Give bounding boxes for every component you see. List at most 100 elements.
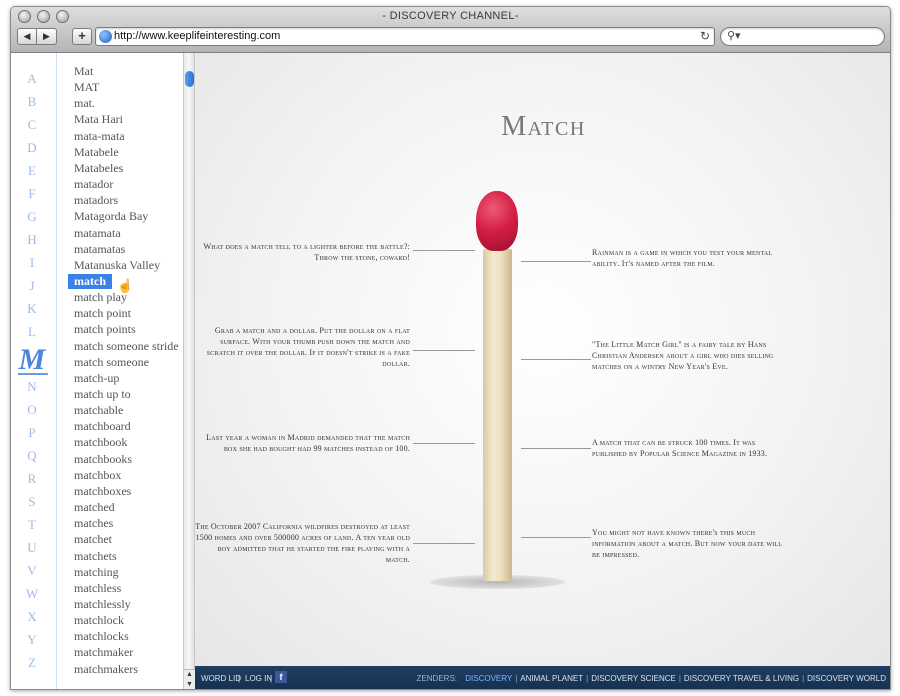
footer-separator: | <box>270 674 273 683</box>
scrollbar-thumb[interactable] <box>185 71 194 87</box>
word-item[interactable]: Mata Hari <box>74 112 123 127</box>
word-item[interactable]: matchbook <box>74 435 127 450</box>
channel-link-animal-planet[interactable]: ANIMAL PLANET <box>520 674 583 683</box>
word-item[interactable]: Matabeles <box>74 161 123 176</box>
word-item[interactable]: match point <box>74 306 131 321</box>
alphabet-letter-h[interactable]: H <box>11 232 53 248</box>
leader-line <box>521 537 591 538</box>
alphabet-letter-v[interactable]: V <box>11 563 53 579</box>
back-button[interactable]: ◀ <box>17 28 37 45</box>
word-item[interactable]: match points <box>74 322 136 337</box>
word-item[interactable]: matador <box>74 177 113 192</box>
alphabet-letter-n[interactable]: N <box>11 379 53 395</box>
word-item[interactable]: Matabele <box>74 145 119 160</box>
channel-link-discovery-science[interactable]: DISCOVERY SCIENCE <box>591 674 676 683</box>
zenders-label: ZENDERS: <box>416 674 457 683</box>
active-letter-underline <box>18 373 48 375</box>
word-list-scrollbar[interactable]: ▲ ▼ <box>183 53 195 689</box>
fact-left-1: What does a match tell to a lighter befo… <box>203 242 410 262</box>
word-item[interactable]: Mat <box>74 64 93 79</box>
log-in-link[interactable]: LOG IN <box>245 674 272 683</box>
alphabet-letter-q[interactable]: Q <box>11 448 53 464</box>
leader-line <box>521 448 591 449</box>
forward-button[interactable]: ▶ <box>36 28 57 45</box>
word-item[interactable]: matching <box>74 565 119 580</box>
alphabet-letter-c[interactable]: C <box>11 117 53 133</box>
word-item[interactable]: matchbooks <box>74 452 132 467</box>
match-head <box>476 191 518 251</box>
channel-link-discovery[interactable]: DISCOVERY <box>465 674 512 683</box>
alphabet-letter-l[interactable]: L <box>11 324 53 340</box>
word-item[interactable]: matchmaker <box>74 645 133 660</box>
word-item[interactable]: Matagorda Bay <box>74 209 148 224</box>
alphabet-letter-t[interactable]: T <box>11 517 53 533</box>
alphabet-letter-s[interactable]: S <box>11 494 53 510</box>
footer-separator: | <box>802 674 805 683</box>
word-item[interactable]: matchlocks <box>74 629 129 644</box>
add-bookmark-button[interactable]: + <box>72 28 92 45</box>
alphabet-letter-a[interactable]: A <box>11 71 53 87</box>
word-item[interactable]: matchmakers <box>74 662 138 677</box>
word-lid-link[interactable]: WORD LID <box>201 674 241 683</box>
facebook-icon[interactable]: f <box>275 671 287 683</box>
word-item[interactable]: matched <box>74 500 115 515</box>
alphabet-letter-e[interactable]: E <box>11 163 53 179</box>
alphabet-letter-m[interactable]: M <box>11 343 53 377</box>
scroll-arrows[interactable]: ▲ ▼ <box>184 669 195 689</box>
alphabet-letter-z[interactable]: Z <box>11 655 53 671</box>
selected-word[interactable]: match <box>68 273 112 289</box>
word-item[interactable]: matchlessly <box>74 597 131 612</box>
footer-separator: | <box>515 674 518 683</box>
word-item[interactable]: matchet <box>74 532 112 547</box>
fact-right-3: A match that can be struck 100 times. It… <box>592 438 768 458</box>
word-item[interactable]: matchable <box>74 403 123 418</box>
word-item[interactable]: match someone stride <box>74 339 179 354</box>
alphabet-letter-i[interactable]: I <box>11 255 53 271</box>
alphabet-letter-r[interactable]: R <box>11 471 53 487</box>
alphabet-letter-w[interactable]: W <box>11 586 53 602</box>
word-item[interactable]: matamatas <box>74 242 125 257</box>
address-bar[interactable]: http://www.keeplifeinteresting.com ↻ <box>95 27 715 46</box>
word-item[interactable]: matchboard <box>74 419 131 434</box>
alphabet-letter-o[interactable]: O <box>11 402 53 418</box>
plus-icon: + <box>78 28 86 43</box>
word-item[interactable]: matchlock <box>74 613 124 628</box>
alphabet-letter-f[interactable]: F <box>11 186 53 202</box>
alphabet-letter-b[interactable]: B <box>11 94 53 110</box>
word-item[interactable]: matchets <box>74 549 117 564</box>
alphabet-letter-y[interactable]: Y <box>11 632 53 648</box>
word-item[interactable]: matchboxes <box>74 484 131 499</box>
word-item[interactable]: Matanuska Valley <box>74 258 160 273</box>
word-item[interactable]: matamata <box>74 226 121 241</box>
word-item[interactable]: match-up <box>74 371 119 386</box>
alphabet-letter-k[interactable]: K <box>11 301 53 317</box>
word-item[interactable]: matches <box>74 516 113 531</box>
word-item[interactable]: mat. <box>74 96 95 111</box>
match-stage: Match What does a match tell to a lighte… <box>195 53 890 666</box>
page-content: ABCDEFGHIJKLMNOPQRSTUVWXYZ Mat MAT mat. Mat… <box>11 53 890 689</box>
channel-link-discovery-world[interactable]: DISCOVERY WORLD <box>807 674 886 683</box>
footer-separator: | <box>586 674 589 683</box>
globe-icon <box>99 30 112 43</box>
word-item[interactable]: match up to <box>74 387 131 402</box>
search-field[interactable]: ⚲▾ <box>720 27 885 46</box>
word-item[interactable]: match play <box>74 290 127 305</box>
reload-icon[interactable]: ↻ <box>700 29 710 43</box>
leader-line <box>521 261 591 262</box>
word-item[interactable]: matchless <box>74 581 121 596</box>
word-item[interactable]: match someone <box>74 355 149 370</box>
alphabet-letter-p[interactable]: P <box>11 425 53 441</box>
alphabet-letter-u[interactable]: U <box>11 540 53 556</box>
word-item[interactable]: matadors <box>74 193 118 208</box>
word-item[interactable]: matchbox <box>74 468 121 483</box>
word-item[interactable]: MAT <box>74 80 99 95</box>
alphabet-letter-j[interactable]: J <box>11 278 53 294</box>
alphabet-letter-x[interactable]: X <box>11 609 53 625</box>
word-item[interactable]: mata-mata <box>74 129 125 144</box>
fact-left-2: Grab a match and a dollar. Put the dolla… <box>206 326 410 368</box>
alphabet-letter-g[interactable]: G <box>11 209 53 225</box>
channel-link-discovery-travel-living[interactable]: DISCOVERY TRAVEL & LIVING <box>684 674 799 683</box>
window-title: - DISCOVERY CHANNEL- <box>382 10 519 22</box>
alphabet-letter-d[interactable]: D <box>11 140 53 156</box>
title-bar: - DISCOVERY CHANNEL- ◀ ▶ + http://www.ke… <box>11 7 890 53</box>
